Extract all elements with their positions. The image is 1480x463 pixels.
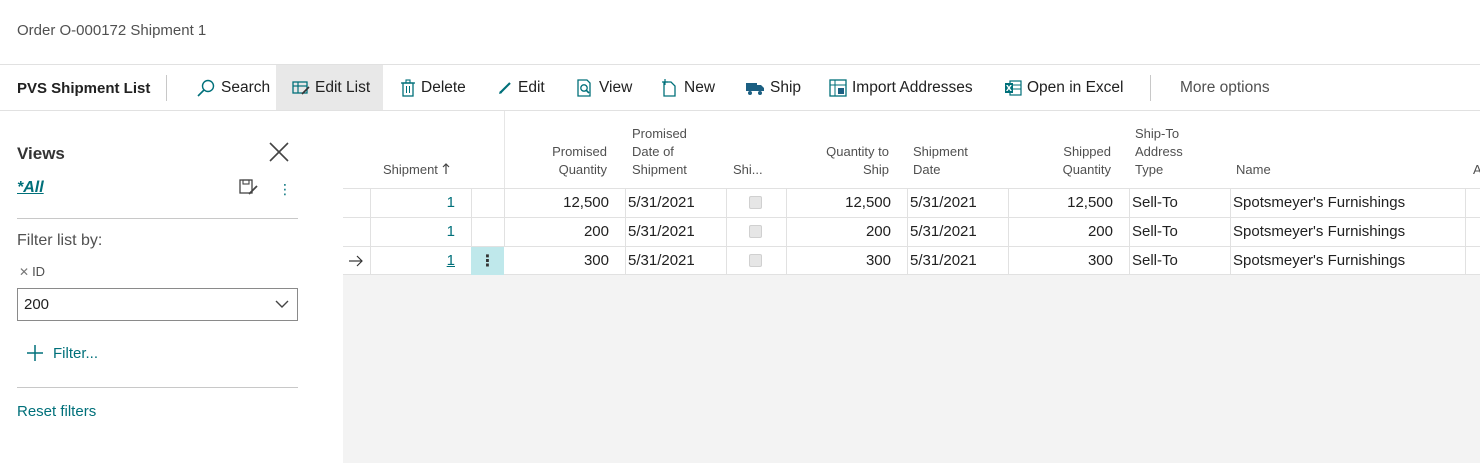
- column-header-shipment[interactable]: Shipment: [383, 161, 450, 179]
- promised-quantity-cell[interactable]: 12,500: [505, 189, 609, 217]
- shipment-cell[interactable]: 1: [371, 247, 455, 275]
- promised-date-cell[interactable]: 5/31/2021: [628, 247, 695, 275]
- page-title: PVS Shipment List: [17, 80, 151, 97]
- delete-button[interactable]: Delete: [400, 65, 466, 110]
- column-header-name[interactable]: Name: [1236, 161, 1271, 179]
- svg-text:X: X: [1006, 84, 1013, 93]
- import-icon: [829, 78, 847, 97]
- views-title: Views: [17, 144, 65, 163]
- more-options-button[interactable]: More options: [1180, 79, 1270, 97]
- promised-quantity-cell[interactable]: 300: [505, 247, 609, 275]
- column-header-shipped[interactable]: Shi...: [733, 161, 763, 179]
- table-row[interactable]: 1 200 5/31/2021 200 5/31/2021 200 Sell-T…: [343, 217, 1480, 246]
- column-divider: [504, 111, 505, 188]
- name-cell[interactable]: Spotsmeyer's Furnishings: [1233, 247, 1405, 275]
- view-button[interactable]: View: [576, 65, 632, 110]
- view-more-icon[interactable]: ⋮: [278, 181, 292, 198]
- quantity-to-ship-cell[interactable]: 12,500: [787, 189, 891, 217]
- view-icon: [577, 78, 591, 97]
- shipment-cell[interactable]: 1: [371, 218, 455, 246]
- column-header-shipped-quantity[interactable]: Shipped Quantity: [1033, 143, 1111, 179]
- name-cell[interactable]: Spotsmeyer's Furnishings: [1233, 218, 1405, 246]
- name-cell[interactable]: Spotsmeyer's Furnishings: [1233, 189, 1405, 217]
- filter-list-by-label: Filter list by:: [17, 232, 103, 249]
- breadcrumb: Order O-000172 Shipment 1: [17, 22, 207, 39]
- add-filter-button[interactable]: Filter...: [26, 344, 98, 362]
- toolbar-divider: [1150, 75, 1151, 101]
- promised-quantity-cell[interactable]: 200: [505, 218, 609, 246]
- view-all-link[interactable]: *All: [17, 179, 44, 197]
- new-button[interactable]: New: [661, 65, 715, 110]
- save-view-icon[interactable]: [239, 179, 258, 196]
- shipment-cell[interactable]: 1: [371, 189, 455, 217]
- address-type-cell[interactable]: Sell-To: [1132, 218, 1178, 246]
- search-icon: [197, 79, 215, 97]
- filter-field-label: ✕ ID: [19, 264, 46, 279]
- table-header: Shipment Promised Quantity Promised Date…: [343, 111, 1480, 188]
- column-header-shipment-date[interactable]: Shipment Date: [913, 143, 968, 179]
- edit-list-button[interactable]: Edit List: [276, 65, 383, 110]
- shipped-quantity-cell[interactable]: 200: [1009, 218, 1113, 246]
- quantity-to-ship-cell[interactable]: 300: [787, 247, 891, 275]
- shipped-quantity-cell[interactable]: 300: [1009, 247, 1113, 275]
- filter-pane: Views *All ⋮ Filter list by: ✕ ID 200 Fil…: [0, 111, 343, 463]
- column-header-promised-quantity[interactable]: Promised Quantity: [533, 143, 607, 179]
- row-actions-icon[interactable]: ⋮: [471, 247, 504, 275]
- address-type-cell[interactable]: Sell-To: [1132, 189, 1178, 217]
- ship-button[interactable]: Ship: [745, 65, 801, 110]
- search-button[interactable]: Search: [196, 65, 270, 110]
- divider: [17, 218, 298, 219]
- shipped-quantity-cell[interactable]: 12,500: [1009, 189, 1113, 217]
- excel-icon: X: [1005, 79, 1022, 96]
- shipped-checkbox: [749, 225, 762, 238]
- promised-date-cell[interactable]: 5/31/2021: [628, 218, 695, 246]
- close-icon[interactable]: [268, 141, 290, 163]
- reset-filters-link[interactable]: Reset filters: [17, 403, 96, 420]
- address-type-cell[interactable]: Sell-To: [1132, 247, 1178, 275]
- promised-date-cell[interactable]: 5/31/2021: [628, 189, 695, 217]
- sort-ascending-icon: [442, 163, 449, 174]
- plus-icon: [27, 345, 43, 361]
- edit-list-icon: [292, 80, 310, 95]
- open-in-excel-button[interactable]: X Open in Excel: [1004, 65, 1124, 110]
- trash-icon: [401, 78, 415, 97]
- current-row-arrow-icon: [348, 247, 364, 275]
- quantity-to-ship-cell[interactable]: 200: [787, 218, 891, 246]
- table-row[interactable]: 1 12,500 5/31/2021 12,500 5/31/2021 12,5…: [343, 188, 1480, 217]
- import-addresses-button[interactable]: Import Addresses: [829, 65, 973, 110]
- command-bar: PVS Shipment List Search Edit List Delet…: [0, 64, 1480, 111]
- new-document-icon: [662, 78, 676, 97]
- column-header-quantity-to-ship[interactable]: Quantity to Ship: [803, 143, 889, 179]
- shipped-checkbox: [749, 254, 762, 267]
- column-header-promised-date[interactable]: Promised Date of Shipment: [632, 125, 687, 179]
- toolbar-divider: [166, 75, 167, 101]
- shipment-date-cell[interactable]: 5/31/2021: [910, 247, 977, 275]
- shipped-checkbox: [749, 196, 762, 209]
- divider: [17, 387, 298, 388]
- table-row-selected[interactable]: 1 ⋮ 300 5/31/2021 300 5/31/2021 300 Sell…: [343, 246, 1480, 275]
- shipment-date-cell[interactable]: 5/31/2021: [910, 218, 977, 246]
- filter-value-dropdown[interactable]: 200: [17, 288, 298, 321]
- pencil-icon: [499, 81, 511, 94]
- column-header-address-type[interactable]: Ship-To Address Type: [1135, 125, 1183, 179]
- remove-filter-icon[interactable]: ✕: [19, 265, 29, 279]
- edit-button[interactable]: Edit: [497, 65, 545, 110]
- column-header-truncated[interactable]: A: [1473, 161, 1480, 179]
- truck-icon: [746, 82, 764, 95]
- shipment-date-cell[interactable]: 5/31/2021: [910, 189, 977, 217]
- chevron-down-icon: [275, 300, 289, 308]
